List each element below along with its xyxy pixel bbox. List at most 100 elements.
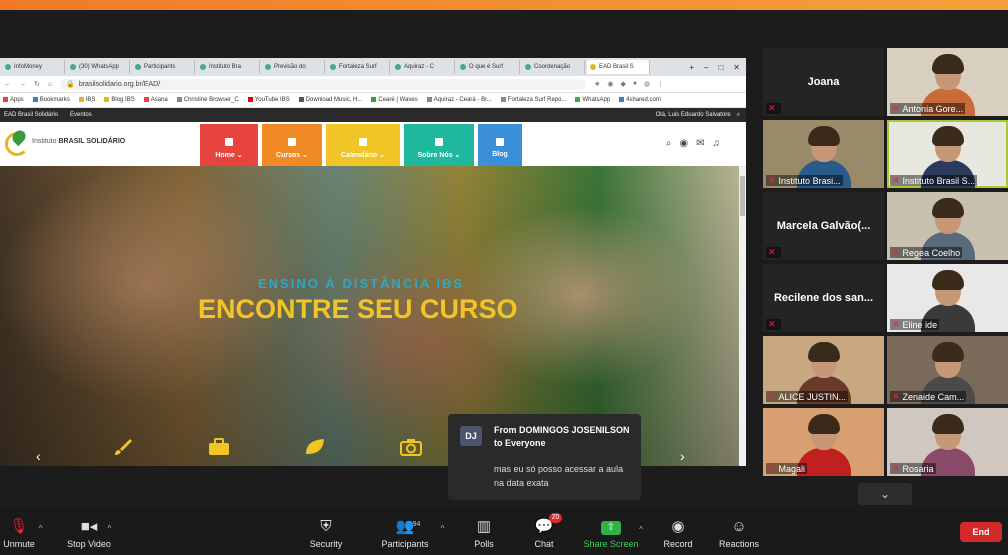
home-icon[interactable]: ⌂	[44, 81, 56, 88]
bookmark-item[interactable]: Aquiraz - Ceará - Br...	[426, 96, 492, 103]
record-button[interactable]: ◉ Record	[643, 508, 713, 555]
caret-icon[interactable]: ^	[441, 521, 445, 537]
participants-button[interactable]: 👥 94 ^ Participants	[370, 508, 444, 555]
reactions-button[interactable]: ☺ Reactions	[704, 508, 774, 555]
security-button[interactable]: ⛨ Security	[291, 508, 361, 555]
search-icon[interactable]: ⌕	[737, 112, 740, 119]
bookmark-item[interactable]: Bookmarks	[32, 96, 70, 103]
hero-title: ENCONTRE SEU CURSO	[198, 294, 518, 324]
extension-icon[interactable]: ◆	[621, 80, 626, 88]
new-tab-icon[interactable]: +	[689, 63, 694, 72]
menu-sobre-nos[interactable]: Sobre Nós ⌄	[404, 124, 474, 172]
bookmark-item[interactable]: Asana	[143, 96, 168, 103]
browser-tab[interactable]: InfoMoney	[2, 60, 65, 74]
chevron-down-icon[interactable]: ⌄	[858, 483, 912, 505]
caret-icon[interactable]: ^	[108, 521, 112, 537]
participant-tile[interactable]: Recilene dos san... ✕	[763, 264, 884, 332]
record-icon: ◉	[671, 518, 685, 535]
browser-tab[interactable]: Previsão do	[262, 60, 325, 74]
participant-label: ✕ Instituto Brasil S...	[890, 175, 978, 186]
browser-tab[interactable]: O que é Surf	[457, 60, 520, 74]
briefcase-icon[interactable]	[208, 438, 230, 456]
profile-icon[interactable]: ◍	[644, 80, 650, 88]
bookmark-item[interactable]: Cearé | Waves	[371, 96, 418, 103]
participant-tile[interactable]: ✕ Rosaria	[887, 408, 1008, 476]
extension-icons: ★ ◉ ◆ ● ◍ ⋮	[594, 80, 664, 88]
menu-blog[interactable]: Blog	[478, 124, 522, 172]
carousel-prev-icon[interactable]: ‹	[36, 448, 41, 464]
bookmark-item[interactable]: Apps	[3, 96, 24, 103]
bookmark-item[interactable]: IBS	[78, 96, 95, 103]
bookmark-item[interactable]: Fortaleza Surf Repo...	[500, 96, 566, 103]
browser-tab[interactable]: Aquiraz - C	[392, 60, 455, 74]
menu-calendario[interactable]: Calendário ⌄	[326, 124, 400, 172]
muted-mic-icon: ✕	[768, 463, 776, 473]
participant-label: ✕ ALICE JUSTIN...	[766, 391, 849, 402]
extension-icon[interactable]: ◉	[607, 80, 613, 88]
bookmark-item[interactable]: WhatsApp	[575, 96, 610, 103]
bookmark-item[interactable]: Christine Browser_C	[176, 96, 239, 103]
logo-mark	[5, 127, 29, 156]
bookmark-item[interactable]: Download Music, H...	[298, 96, 362, 103]
camera-icon[interactable]	[400, 438, 422, 456]
globe-icon[interactable]: ◉	[679, 138, 688, 149]
search-icon[interactable]: ⌕	[666, 138, 672, 149]
menu-icon[interactable]: ⋮	[657, 80, 664, 88]
reload-icon[interactable]: ↻	[30, 80, 44, 88]
muted-mic-icon: ✕	[768, 103, 776, 113]
browser-tab[interactable]: (30) WhatsApp	[67, 60, 130, 74]
participant-tile[interactable]: ✕ Instituto Brasil S...	[887, 120, 1008, 188]
stop-video-button[interactable]: ■◂ ^ Stop Video	[54, 508, 124, 555]
brush-icon[interactable]	[112, 438, 134, 456]
bookmark-item[interactable]: 4shared.com	[619, 96, 661, 103]
browser-tab[interactable]: Participants	[132, 60, 195, 74]
chat-notification[interactable]: DJ From DOMINGOS JOSENILSON to Everyone …	[448, 414, 641, 500]
star-icon[interactable]: ★	[594, 80, 600, 88]
site-admin-user[interactable]: Olá, Luis Eduardo Salvatore	[656, 112, 731, 119]
participant-tile[interactable]: ✕ Instituto Brasi...	[763, 120, 884, 188]
maximize-icon[interactable]: □	[718, 63, 723, 72]
end-meeting-button[interactable]: End	[960, 522, 1002, 542]
participant-tile[interactable]: ✕ Magali	[763, 408, 884, 476]
participant-label: ✕	[766, 319, 781, 330]
chat-button[interactable]: 💬 20 Chat	[509, 508, 579, 555]
share-screen-icon: ⇧ ^	[601, 521, 643, 535]
menu-cursos[interactable]: Cursos ⌄	[262, 124, 322, 172]
close-icon[interactable]: ✕	[733, 63, 740, 72]
browser-tab[interactable]: Fortaleza Surf	[327, 60, 390, 74]
unmute-button[interactable]: 🎙 ^ Unmute	[0, 508, 54, 555]
leaf-icon[interactable]	[304, 438, 326, 456]
browser-tab-bar: InfoMoney (30) WhatsApp Participants Ins…	[0, 58, 746, 76]
participant-tile[interactable]: ✕ ALICE JUSTIN...	[763, 336, 884, 404]
browser-tab[interactable]: Coordenação	[522, 60, 585, 74]
menu-home[interactable]: Home ⌄	[200, 124, 258, 172]
minimize-icon[interactable]: –	[704, 63, 708, 72]
participant-tile[interactable]: ✕ Eline ide	[887, 264, 1008, 332]
back-icon[interactable]: ←	[0, 81, 15, 88]
participant-tile[interactable]: ✕ Regea Coelho	[887, 192, 1008, 260]
forward-icon[interactable]: →	[15, 81, 30, 88]
site-logo[interactable]: Instituto BRASIL SOLIDÁRIO	[5, 127, 125, 156]
participant-tile[interactable]: ✕ Zenaide Cam...	[887, 336, 1008, 404]
participant-tile[interactable]: Marcela Galvão(... ✕	[763, 192, 884, 260]
participant-label: ✕ Instituto Brasi...	[766, 175, 843, 186]
url-field[interactable]: 🔒 brasilsolidario.org.br/EAD/	[60, 78, 587, 90]
site-admin-events[interactable]: Eventos	[70, 112, 92, 118]
extension-icon[interactable]: ●	[633, 80, 637, 88]
page-scrollbar[interactable]	[739, 166, 746, 466]
participant-label: ✕ Rosaria	[890, 463, 936, 474]
browser-tab-active[interactable]: EAD Brasil S	[587, 60, 650, 74]
participant-tile[interactable]: Joana ✕	[763, 48, 884, 116]
bookmark-item[interactable]: Blog IBS	[104, 96, 135, 103]
site-main-menu: Home ⌄ Cursos ⌄ Calendário ⌄ Sobre Nós ⌄…	[200, 124, 522, 172]
bookmark-item[interactable]: YouTube IBS	[247, 96, 290, 103]
carousel-next-icon[interactable]: ›	[680, 448, 685, 464]
participant-tile[interactable]: ✕ Antonia Gore...	[887, 48, 1008, 116]
browser-tab[interactable]: Instituto Bra	[197, 60, 260, 74]
mail-icon[interactable]: ✉	[696, 138, 704, 149]
muted-mic-icon: ✕	[768, 319, 776, 329]
caret-icon[interactable]: ^	[39, 521, 43, 537]
bell-icon[interactable]: ♫	[713, 138, 721, 149]
site-admin-home[interactable]: EAD Brasil Solidário	[4, 112, 58, 118]
share-screen-button[interactable]: ⇧ ^ Share Screen	[576, 508, 646, 555]
